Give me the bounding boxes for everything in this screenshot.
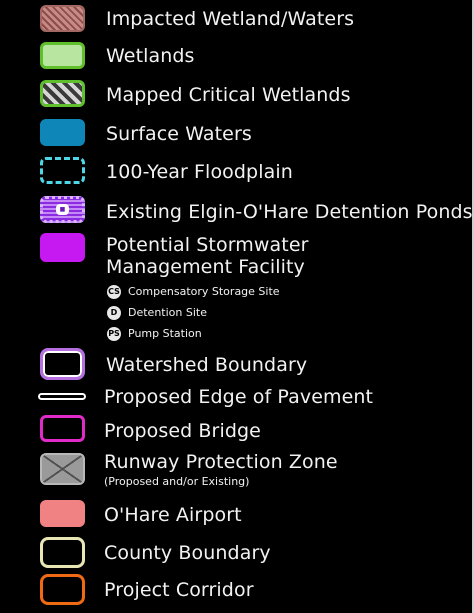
pump-station-icon: PS <box>107 327 121 341</box>
potential-stormwater-swatch <box>40 233 85 262</box>
proposed-bridge-swatch <box>40 415 85 442</box>
detention-ponds-swatch: ■ <box>40 196 85 223</box>
compensatory-storage-label: Compensatory Storage Site <box>128 285 280 298</box>
impacted-wetland-label: Impacted Wetland/Waters <box>106 8 355 30</box>
potential-stormwater-label-line2: Management Facility <box>106 256 305 278</box>
edge-of-pavement-label: Proposed Edge of Pavement <box>104 386 374 408</box>
mapped-critical-wetlands-label: Mapped Critical Wetlands <box>106 84 351 106</box>
floodplain-label: 100-Year Floodplain <box>106 161 293 183</box>
surface-waters-swatch <box>40 119 85 146</box>
runway-protection-swatch <box>40 453 85 485</box>
watershed-boundary-label: Watershed Boundary <box>106 354 308 376</box>
map-legend: Impacted Wetland/Waters Wetlands Mapped … <box>0 0 474 613</box>
ohare-airport-swatch <box>40 500 85 527</box>
project-corridor-label: Project Corridor <box>104 579 254 601</box>
wetlands-label: Wetlands <box>106 45 195 67</box>
proposed-bridge-label: Proposed Bridge <box>104 420 261 442</box>
edge-of-pavement-swatch <box>38 393 86 400</box>
pond-marker-icon: ■ <box>56 204 69 215</box>
watershed-boundary-swatch <box>40 348 85 380</box>
county-boundary-swatch <box>40 537 85 568</box>
pump-station-label: Pump Station <box>128 327 202 340</box>
detention-site-icon: D <box>107 306 121 320</box>
detention-ponds-label: Existing Elgin-O'Hare Detention Ponds <box>106 201 473 223</box>
project-corridor-swatch <box>40 574 85 605</box>
mapped-critical-wetlands-swatch <box>40 80 85 107</box>
surface-waters-label: Surface Waters <box>106 123 252 145</box>
runway-protection-sublabel: (Proposed and/or Existing) <box>104 475 250 488</box>
wetlands-swatch <box>40 42 85 69</box>
floodplain-swatch <box>40 157 85 184</box>
detention-site-label: Detention Site <box>128 306 207 319</box>
ohare-airport-label: O'Hare Airport <box>104 504 242 526</box>
county-boundary-label: County Boundary <box>104 542 271 564</box>
runway-protection-label: Runway Protection Zone <box>104 451 338 473</box>
potential-stormwater-label-line1: Potential Stormwater <box>106 234 309 256</box>
compensatory-storage-icon: CS <box>107 285 121 299</box>
impacted-wetland-swatch <box>40 5 85 32</box>
